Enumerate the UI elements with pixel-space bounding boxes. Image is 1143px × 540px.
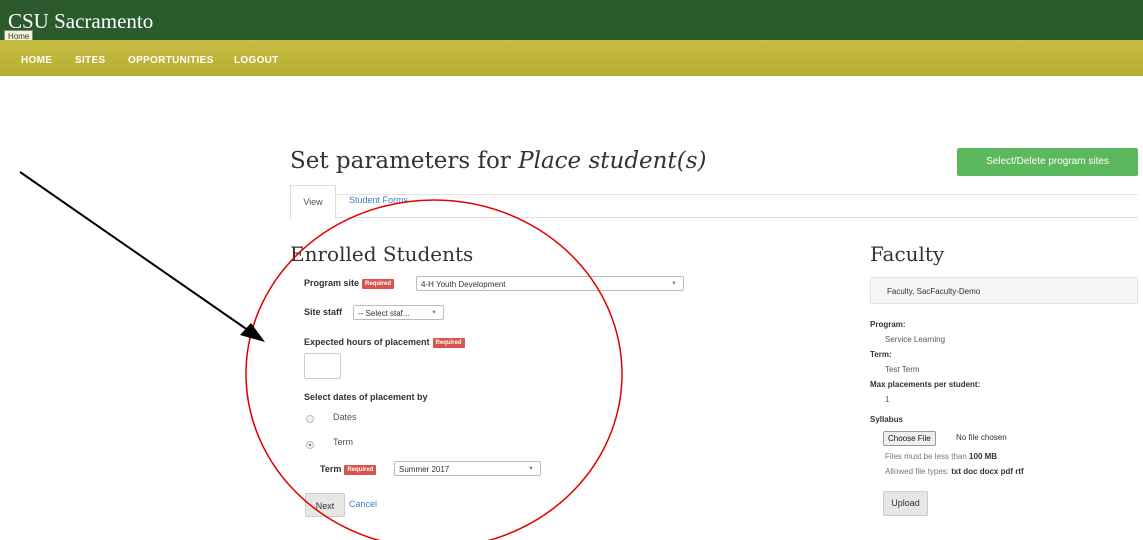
nav-logout[interactable]: LOGOUT xyxy=(234,55,279,66)
file-size-note-prefix: Files must be less than xyxy=(885,452,970,461)
file-types-note: Allowed file types: txt doc docx pdf rtf xyxy=(885,467,1024,476)
term-label: Term Required xyxy=(320,464,377,475)
radio-term[interactable] xyxy=(306,441,314,449)
chevron-down-icon: ▼ xyxy=(431,310,437,316)
chevron-down-icon: ▼ xyxy=(528,466,534,472)
brand-title: CSU Sacramento xyxy=(8,9,154,33)
required-badge: Required xyxy=(362,278,395,289)
term-value: Summer 2017 xyxy=(399,465,450,474)
max-placements-label: Max placements per student: xyxy=(870,380,981,389)
choose-file-button[interactable]: Choose File xyxy=(883,431,936,446)
page-title-prefix: Set parameters for xyxy=(290,148,519,174)
no-file-chosen-text: No file chosen xyxy=(956,433,1007,442)
site-staff-label: Site staff xyxy=(304,307,343,317)
file-types-list: txt doc docx pdf rtf xyxy=(951,467,1024,476)
main-nav: HOME SITES OPPORTUNITIES LOGOUT xyxy=(0,40,1143,76)
expected-hours-input[interactable] xyxy=(304,353,341,379)
title-divider xyxy=(290,194,1138,195)
program-value: Service Learning xyxy=(885,335,946,344)
expected-hours-label: Expected hours of placement Required xyxy=(304,337,465,348)
term-label-text: Term xyxy=(320,464,342,474)
site-staff-select[interactable]: -- Select staf... ▼ xyxy=(353,305,444,320)
program-site-value: 4-H Youth Development xyxy=(421,280,506,289)
program-site-select[interactable]: 4-H Youth Development ▼ xyxy=(416,276,684,291)
file-types-prefix: Allowed file types: xyxy=(885,467,952,476)
term-info-value: Test Term xyxy=(885,365,920,374)
next-button[interactable]: Next xyxy=(305,493,345,517)
select-delete-program-sites-button[interactable]: Select/Delete program sites xyxy=(957,148,1138,176)
nav-sites[interactable]: SITES xyxy=(75,55,105,66)
faculty-name: Faculty, SacFaculty-Demo xyxy=(870,277,1138,304)
chevron-down-icon: ▼ xyxy=(671,281,677,287)
file-size-limit: 100 MB xyxy=(969,452,998,461)
faculty-heading: Faculty xyxy=(870,242,945,266)
select-dates-by-label: Select dates of placement by xyxy=(304,392,428,402)
file-size-note-suffix: . xyxy=(997,452,1000,461)
file-size-note: Files must be less than 100 MB. xyxy=(885,452,999,461)
nav-home[interactable]: HOME xyxy=(21,55,52,66)
expected-hours-label-text: Expected hours of placement xyxy=(304,337,430,347)
radio-dates[interactable] xyxy=(306,415,314,423)
tab-view[interactable]: View xyxy=(290,185,336,219)
annotation-arrowhead xyxy=(240,323,265,342)
radio-term-label: Term xyxy=(333,437,353,447)
syllabus-label: Syllabus xyxy=(870,415,903,424)
program-site-label-text: Program site xyxy=(304,278,360,288)
page-title: Set parameters for Place student(s) xyxy=(290,148,706,174)
radio-dates-label: Dates xyxy=(333,412,357,422)
max-placements-value: 1 xyxy=(885,395,890,404)
required-badge: Required xyxy=(344,464,377,475)
cancel-link[interactable]: Cancel xyxy=(349,499,377,509)
upload-button[interactable]: Upload xyxy=(883,491,928,516)
top-bar: CSU Sacramento xyxy=(0,0,1143,40)
required-badge: Required xyxy=(432,337,465,348)
term-select[interactable]: Summer 2017 ▼ xyxy=(394,461,541,476)
page-title-action: Place student(s) xyxy=(518,148,707,174)
tabs-baseline xyxy=(290,217,1138,218)
term-info-label: Term: xyxy=(870,350,892,359)
enrolled-students-heading: Enrolled Students xyxy=(290,242,474,266)
annotation-arrow-line xyxy=(19,171,256,336)
program-label: Program: xyxy=(870,320,906,329)
site-staff-value: -- Select staf... xyxy=(358,309,410,318)
tab-student-forms[interactable]: Student Forms xyxy=(349,195,408,205)
program-site-label: Program site Required xyxy=(304,278,395,289)
nav-opportunities[interactable]: OPPORTUNITIES xyxy=(128,55,214,66)
